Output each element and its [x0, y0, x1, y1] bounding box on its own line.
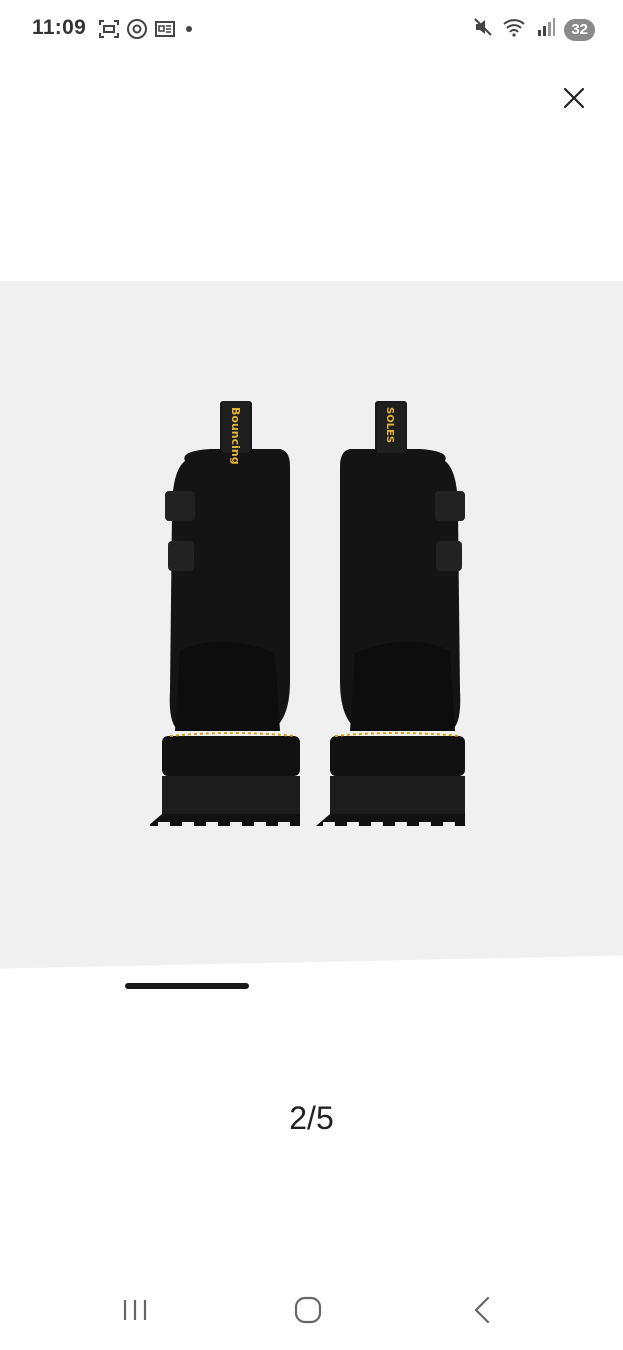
mute-icon	[472, 16, 494, 43]
news-icon	[154, 18, 176, 45]
home-icon	[294, 1296, 322, 1324]
close-button[interactable]	[558, 82, 590, 114]
gallery-edge	[0, 954, 623, 999]
status-bar: 11:09 32	[0, 0, 623, 60]
close-icon	[563, 87, 585, 109]
left-boot: Bouncing	[150, 401, 300, 826]
back-icon	[474, 1296, 490, 1324]
status-time: 11:09	[32, 16, 87, 39]
status-right-icons: 32	[472, 16, 595, 43]
svg-text:Bouncing: Bouncing	[229, 407, 242, 465]
status-left-icons	[98, 18, 196, 45]
battery-badge: 32	[564, 18, 595, 41]
dot-icon	[182, 18, 196, 45]
pager-progress-indicator	[125, 983, 249, 989]
pull-tab-right: SOLES	[377, 403, 405, 453]
image-gallery[interactable]: Bouncing SOLES	[0, 281, 623, 999]
recents-button[interactable]	[115, 1290, 155, 1330]
screenshot-icon	[98, 18, 120, 45]
recents-icon	[123, 1300, 147, 1320]
page-counter: 2/5	[289, 1100, 334, 1136]
svg-text:SOLES: SOLES	[384, 407, 395, 443]
product-image: Bouncing SOLES	[150, 401, 465, 826]
threads-icon	[126, 18, 148, 45]
system-nav-bar	[0, 1270, 623, 1350]
signal-icon	[536, 16, 556, 43]
right-boot: SOLES	[316, 401, 465, 826]
home-button[interactable]	[288, 1290, 328, 1330]
back-button[interactable]	[462, 1290, 502, 1330]
wifi-icon	[502, 16, 528, 43]
